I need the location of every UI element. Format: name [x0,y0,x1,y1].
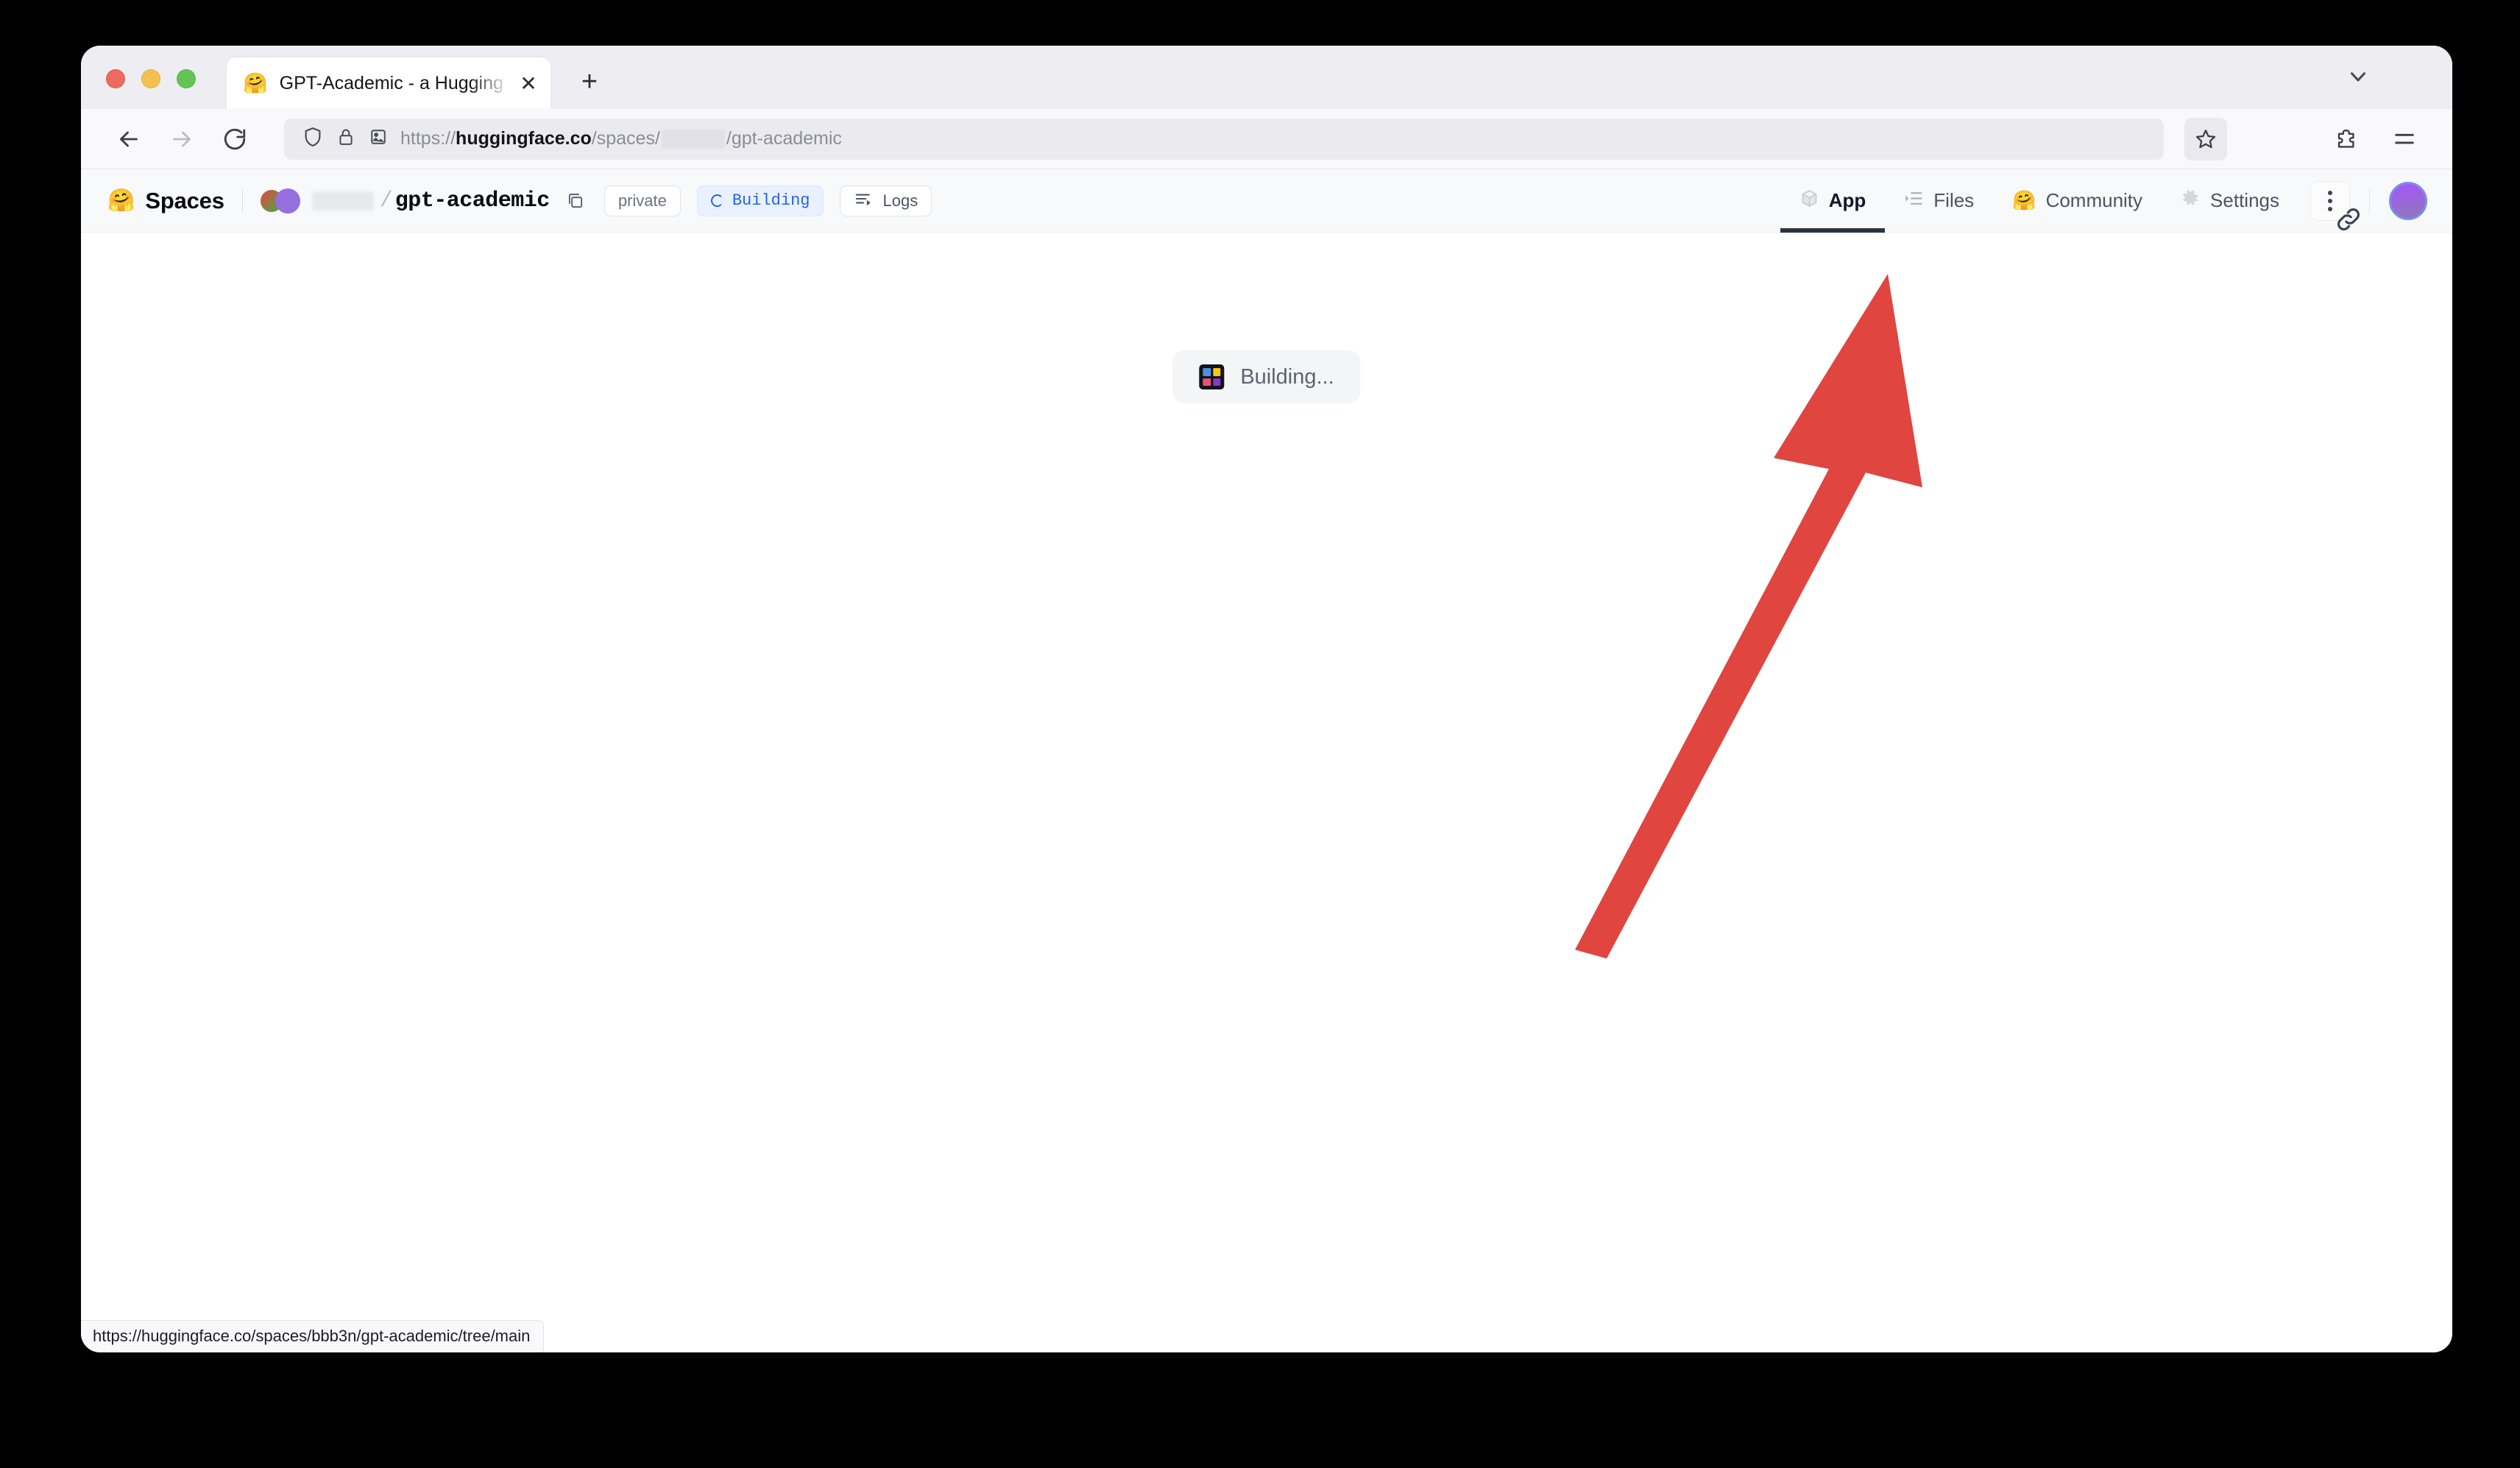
space-nav-tabs: App Files 🤗 Community Settings [1780,169,2298,233]
logs-button[interactable]: Logs [840,185,932,216]
owner-avatar [275,188,300,214]
url-host: huggingface.co [456,128,592,149]
new-tab-button[interactable]: + [567,59,612,105]
url-redacted-owner [661,129,725,149]
url-text[interactable]: https://huggingface.co/spaces/ /gpt-acade… [400,128,842,149]
tab-app[interactable]: App [1780,169,1886,233]
build-status-badge[interactable]: Building [696,185,824,216]
url-scheme: https:// [400,128,456,149]
kebab-dot [2328,198,2332,203]
lock-icon[interactable] [336,127,356,151]
close-tab-icon[interactable]: ✕ [512,67,545,99]
url-path-post: /gpt-academic [726,128,842,149]
tab-strip: 🤗 GPT-Academic - a Hugging Face ✕ + [81,46,2452,109]
gear-icon [2181,188,2201,214]
gradio-square [1212,378,1221,386]
building-status-label: Building... [1240,364,1334,389]
spaces-wordmark[interactable]: Spaces [145,188,224,214]
shield-icon[interactable] [302,126,324,152]
hugging-face-logo-icon: 🤗 [107,188,135,213]
tab-community-label: Community [2045,189,2143,211]
kebab-dot [2328,190,2332,195]
tab-files-label: Files [1933,189,1975,211]
status-bar-url: https://huggingface.co/spaces/bbb3n/gpt-… [93,1327,531,1345]
status-badge: Building... [1172,350,1361,403]
address-bar[interactable]: https://huggingface.co/spaces/ /gpt-acade… [284,118,2164,160]
url-path-pre: /spaces/ [591,128,660,149]
extensions-icon[interactable] [2323,116,2368,162]
repo-path-separator: / [379,188,393,214]
visibility-badge-label: private [617,191,667,210]
gradio-logo-icon [1199,364,1225,389]
spinner-icon [710,194,723,207]
space-app-content: Building... https://huggingface.co/space… [81,233,2452,1352]
reload-button[interactable] [212,116,258,162]
browser-status-bar: https://huggingface.co/spaces/bbb3n/gpt-… [81,1320,545,1352]
browser-tab[interactable]: 🤗 GPT-Academic - a Hugging Face ✕ [227,57,551,109]
minimize-window-button[interactable] [141,69,160,88]
page-info-icon[interactable] [368,127,389,151]
tab-app-label: App [1828,189,1866,211]
avatar[interactable] [2389,181,2427,220]
more-options-button[interactable] [2310,180,2360,230]
gradio-square [1203,378,1211,386]
owner-name-redacted[interactable] [311,191,374,211]
copy-icon[interactable] [563,188,588,214]
hugging-face-favicon-icon: 🤗 [243,71,268,94]
hugging-face-emoji-icon: 🤗 [2012,189,2036,211]
window-controls [81,69,196,109]
chevron-down-icon[interactable] [2337,56,2379,97]
bookmark-star-icon[interactable] [2184,117,2227,160]
tab-title: GPT-Academic - a Hugging Face [279,72,512,93]
header-divider [241,189,243,212]
repo-name[interactable]: gpt-academic [395,188,551,214]
browser-window: 🤗 GPT-Academic - a Hugging Face ✕ + [81,46,2452,1352]
visibility-badge: private [604,185,681,216]
logs-icon [854,189,873,213]
build-status-label: Building [732,191,810,210]
forward-button[interactable] [159,116,205,162]
cube-icon [1799,188,1819,214]
kebab-dot [2328,206,2332,211]
header-divider [2369,188,2370,214]
tab-community[interactable]: 🤗 Community [1993,169,2162,233]
close-window-button[interactable] [106,69,125,88]
gradio-square [1212,368,1221,376]
huggingface-space-header: 🤗 Spaces / gpt-academic private Building [81,169,2452,233]
tab-files[interactable]: Files [1885,169,1993,233]
browser-toolbar: https://huggingface.co/spaces/ /gpt-acade… [81,109,2452,169]
maximize-window-button[interactable] [177,69,196,88]
tab-settings-label: Settings [2210,189,2279,211]
files-icon [1904,188,1924,214]
tab-settings[interactable]: Settings [2162,169,2298,233]
link-cursor-icon [2333,204,2364,235]
gradio-square [1203,368,1211,376]
back-button[interactable] [106,116,152,162]
hamburger-menu-icon[interactable] [2382,116,2427,162]
logs-label: Logs [882,191,919,210]
